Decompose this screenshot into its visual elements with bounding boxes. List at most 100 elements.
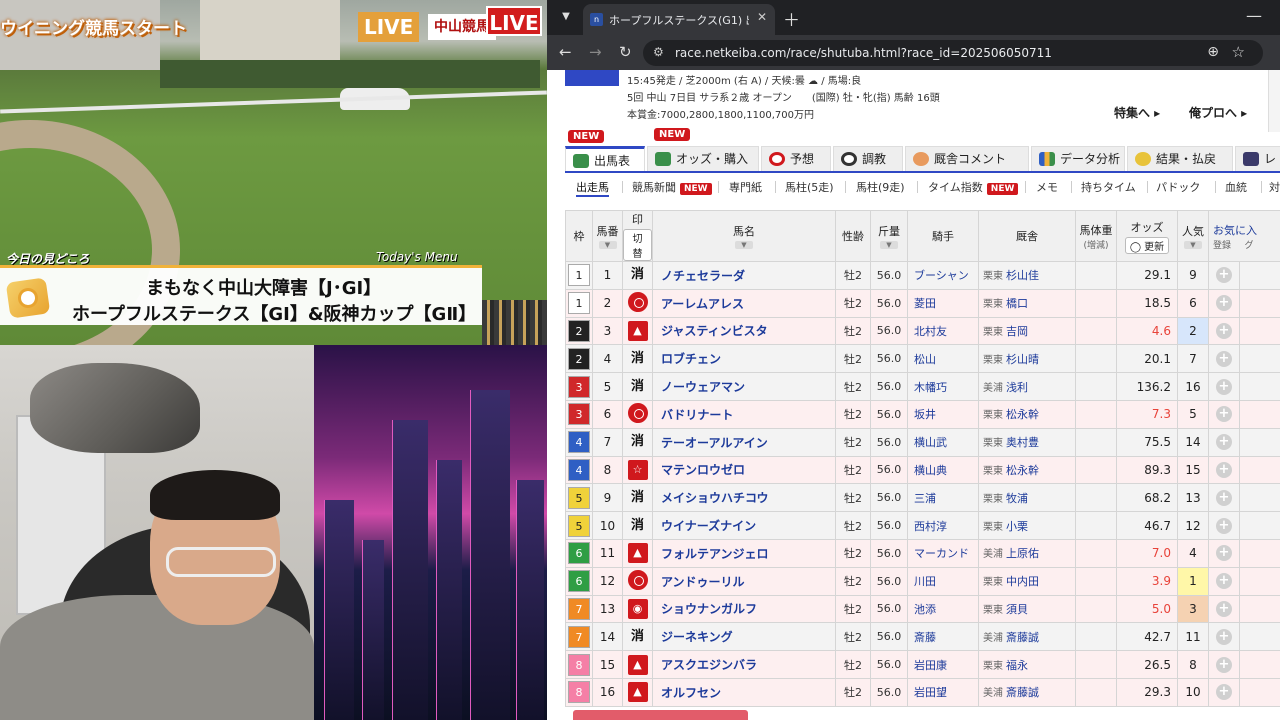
reload-icon[interactable]: ↻ [619,43,632,61]
cell-jockey[interactable]: マーカンド [907,538,979,568]
table-row[interactable]: 5 9 消 メイショウハチコウ 牡2 56.0 三浦 栗東 牧浦 68.2 13 … [565,483,1280,513]
mark-button[interactable]: 消 [628,349,648,369]
cell-jockey[interactable]: 岩田望 [907,677,979,707]
tab-search-icon[interactable]: ▼ [555,6,577,28]
cell-mark[interactable]: ☆ [622,455,653,485]
cell-jockey[interactable]: 横山典 [907,455,979,485]
cell-favorite[interactable]: + [1208,622,1240,652]
tab-training[interactable]: 調教 [833,146,903,171]
new-tab-icon[interactable]: ＋ [783,6,800,31]
subnav-entries[interactable]: 出走馬 [576,179,609,197]
cell-trainer[interactable]: 栗東 橋口 [978,288,1076,318]
cell-trainer[interactable]: 栗東 杉山晴 [978,344,1076,374]
table-row[interactable]: 4 8 ☆ マテンロウゼロ 牡2 56.0 横山典 栗東 松永幹 89.3 15 … [565,455,1280,485]
sort-chevron-icon[interactable]: ▼ [598,241,617,249]
cell-horse-name[interactable]: アーレムアレス [652,288,836,318]
cell-mark[interactable]: ▲ [622,316,653,346]
cell-mark[interactable]: ◉ [622,594,653,624]
tab-close-icon[interactable]: ✕ [757,10,767,24]
table-row[interactable]: 1 2 アーレムアレス 牡2 56.0 菱田 栗東 橋口 18.5 6 + [565,288,1280,318]
table-row[interactable]: 7 13 ◉ ショウナンガルフ 牡2 56.0 池添 栗東 須貝 5.0 3 + [565,594,1280,624]
tab-stable-comment[interactable]: 厩舎コメント [905,146,1029,171]
add-favorite-icon[interactable]: + [1216,517,1232,534]
cell-horse-name[interactable]: マテンロウゼロ [652,455,836,485]
cell-mark[interactable] [622,566,653,596]
tab-prediction[interactable]: 予想 [761,146,831,171]
mark-toggle-button[interactable]: 切替 [623,229,652,261]
odds-refresh-button[interactable]: ◯ 更新 [1124,236,1170,254]
cell-horse-name[interactable]: テーオーアルアイン [652,427,836,457]
subnav-matchup[interactable]: 対 [1269,179,1280,195]
subnav-expert-paper[interactable]: 専門紙 [729,179,762,195]
forward-arrow-icon[interactable]: → [589,43,602,61]
tab-odds[interactable]: NEW オッズ・購入 [647,128,759,171]
mark-button[interactable]: 消 [628,516,648,536]
cell-mark[interactable]: ▲ [622,538,653,568]
cell-trainer[interactable]: 栗東 松永幹 [978,399,1076,429]
cell-horse-name[interactable]: オルフセン [652,677,836,707]
cell-favorite[interactable]: + [1208,316,1240,346]
cell-jockey[interactable]: 北村友 [907,316,979,346]
cell-favorite[interactable]: + [1208,427,1240,457]
cell-jockey[interactable]: 三浦 [907,483,979,513]
table-row[interactable]: 5 10 消 ウイナーズナイン 牡2 56.0 西村淳 栗東 小栗 46.7 12… [565,511,1280,540]
cell-favorite[interactable]: + [1208,261,1240,290]
cell-trainer[interactable]: 栗東 福永 [978,650,1076,679]
cell-mark[interactable]: ▲ [622,650,653,679]
add-favorite-icon[interactable]: + [1216,295,1232,312]
cell-favorite[interactable]: + [1208,372,1240,401]
cell-favorite[interactable]: + [1208,511,1240,540]
cell-trainer[interactable]: 栗東 牧浦 [978,483,1076,513]
header-popularity[interactable]: 人気 ▼ [1177,210,1209,262]
cell-horse-name[interactable]: アンドゥーリル [652,566,836,596]
add-favorite-icon[interactable]: + [1216,545,1232,562]
cell-trainer[interactable]: 栗東 松永幹 [978,455,1076,485]
table-row[interactable]: 2 3 ▲ ジャスティンビスタ 牡2 56.0 北村友 栗東 吉岡 4.6 2 + [565,316,1280,346]
sort-chevron-icon[interactable]: ▼ [1184,241,1202,249]
cell-trainer[interactable]: 美浦 上原佑 [978,538,1076,568]
cell-trainer[interactable]: 美浦 斎藤誠 [978,622,1076,652]
table-row[interactable]: 6 11 ▲ フォルテアンジェロ 牡2 56.0 マーカンド 美浦 上原佑 7.0… [565,538,1280,568]
cell-favorite[interactable]: + [1208,344,1240,374]
add-favorite-icon[interactable]: + [1216,600,1232,617]
cell-trainer[interactable]: 栗東 中内田 [978,566,1076,596]
table-row[interactable]: 2 4 消 ロブチェン 牡2 56.0 松山 栗東 杉山晴 20.1 7 + [565,344,1280,374]
mark-button[interactable]: ▲ [627,320,648,341]
cell-mark[interactable]: 消 [622,372,653,401]
page-side-scrollbar[interactable] [1268,70,1280,132]
add-favorite-icon[interactable]: + [1216,656,1232,673]
add-favorite-icon[interactable]: + [1216,378,1232,395]
subnav-paddock[interactable]: パドック [1156,179,1200,195]
cell-horse-name[interactable]: メイショウハチコウ [652,483,836,513]
mark-button[interactable]: 消 [628,265,648,285]
cell-favorite[interactable]: + [1208,566,1240,596]
add-favorite-icon[interactable]: + [1216,628,1232,645]
cell-mark[interactable]: 消 [622,483,653,513]
add-favorite-icon[interactable]: + [1216,322,1232,339]
back-arrow-icon[interactable]: ← [559,43,572,61]
site-info-icon[interactable]: ⚙ [653,45,664,59]
table-row[interactable]: 7 14 消 ジーネキング 牡2 56.0 斎藤 美浦 斎藤誠 42.7 11 + [565,622,1280,652]
table-row[interactable]: 8 15 ▲ アスクエジンバラ 牡2 56.0 岩田康 栗東 福永 26.5 8 … [565,650,1280,679]
cell-mark[interactable]: 消 [622,427,653,457]
cell-jockey[interactable]: 斎藤 [907,622,979,652]
cell-jockey[interactable]: 岩田康 [907,650,979,679]
window-minimize-icon[interactable]: — [1246,6,1262,25]
header-weight[interactable]: 斤量 ▼ [870,210,908,262]
cell-jockey[interactable]: 横山武 [907,427,979,457]
cell-jockey[interactable]: 川田 [907,566,979,596]
cell-favorite[interactable]: + [1208,288,1240,318]
cell-jockey[interactable]: 木幡巧 [907,372,979,401]
mark-button[interactable]: ◉ [627,598,648,619]
cell-horse-name[interactable]: ノチェセラーダ [652,261,836,290]
add-favorite-icon[interactable]: + [1216,406,1232,423]
mark-button[interactable]: ☆ [627,459,648,480]
cell-mark[interactable]: 消 [622,511,653,540]
subnav-past9[interactable]: 馬柱(9走) [856,179,905,195]
subnav-past5[interactable]: 馬柱(5走) [785,179,834,195]
cell-trainer[interactable]: 美浦 斎藤誠 [978,677,1076,707]
tab-shutuba[interactable]: NEW 出馬表 [565,130,645,171]
mark-button[interactable]: ▲ [627,682,648,703]
tab-data-analysis[interactable]: データ分析 [1031,146,1125,171]
tab-results[interactable]: 結果・払戻 [1127,146,1233,171]
